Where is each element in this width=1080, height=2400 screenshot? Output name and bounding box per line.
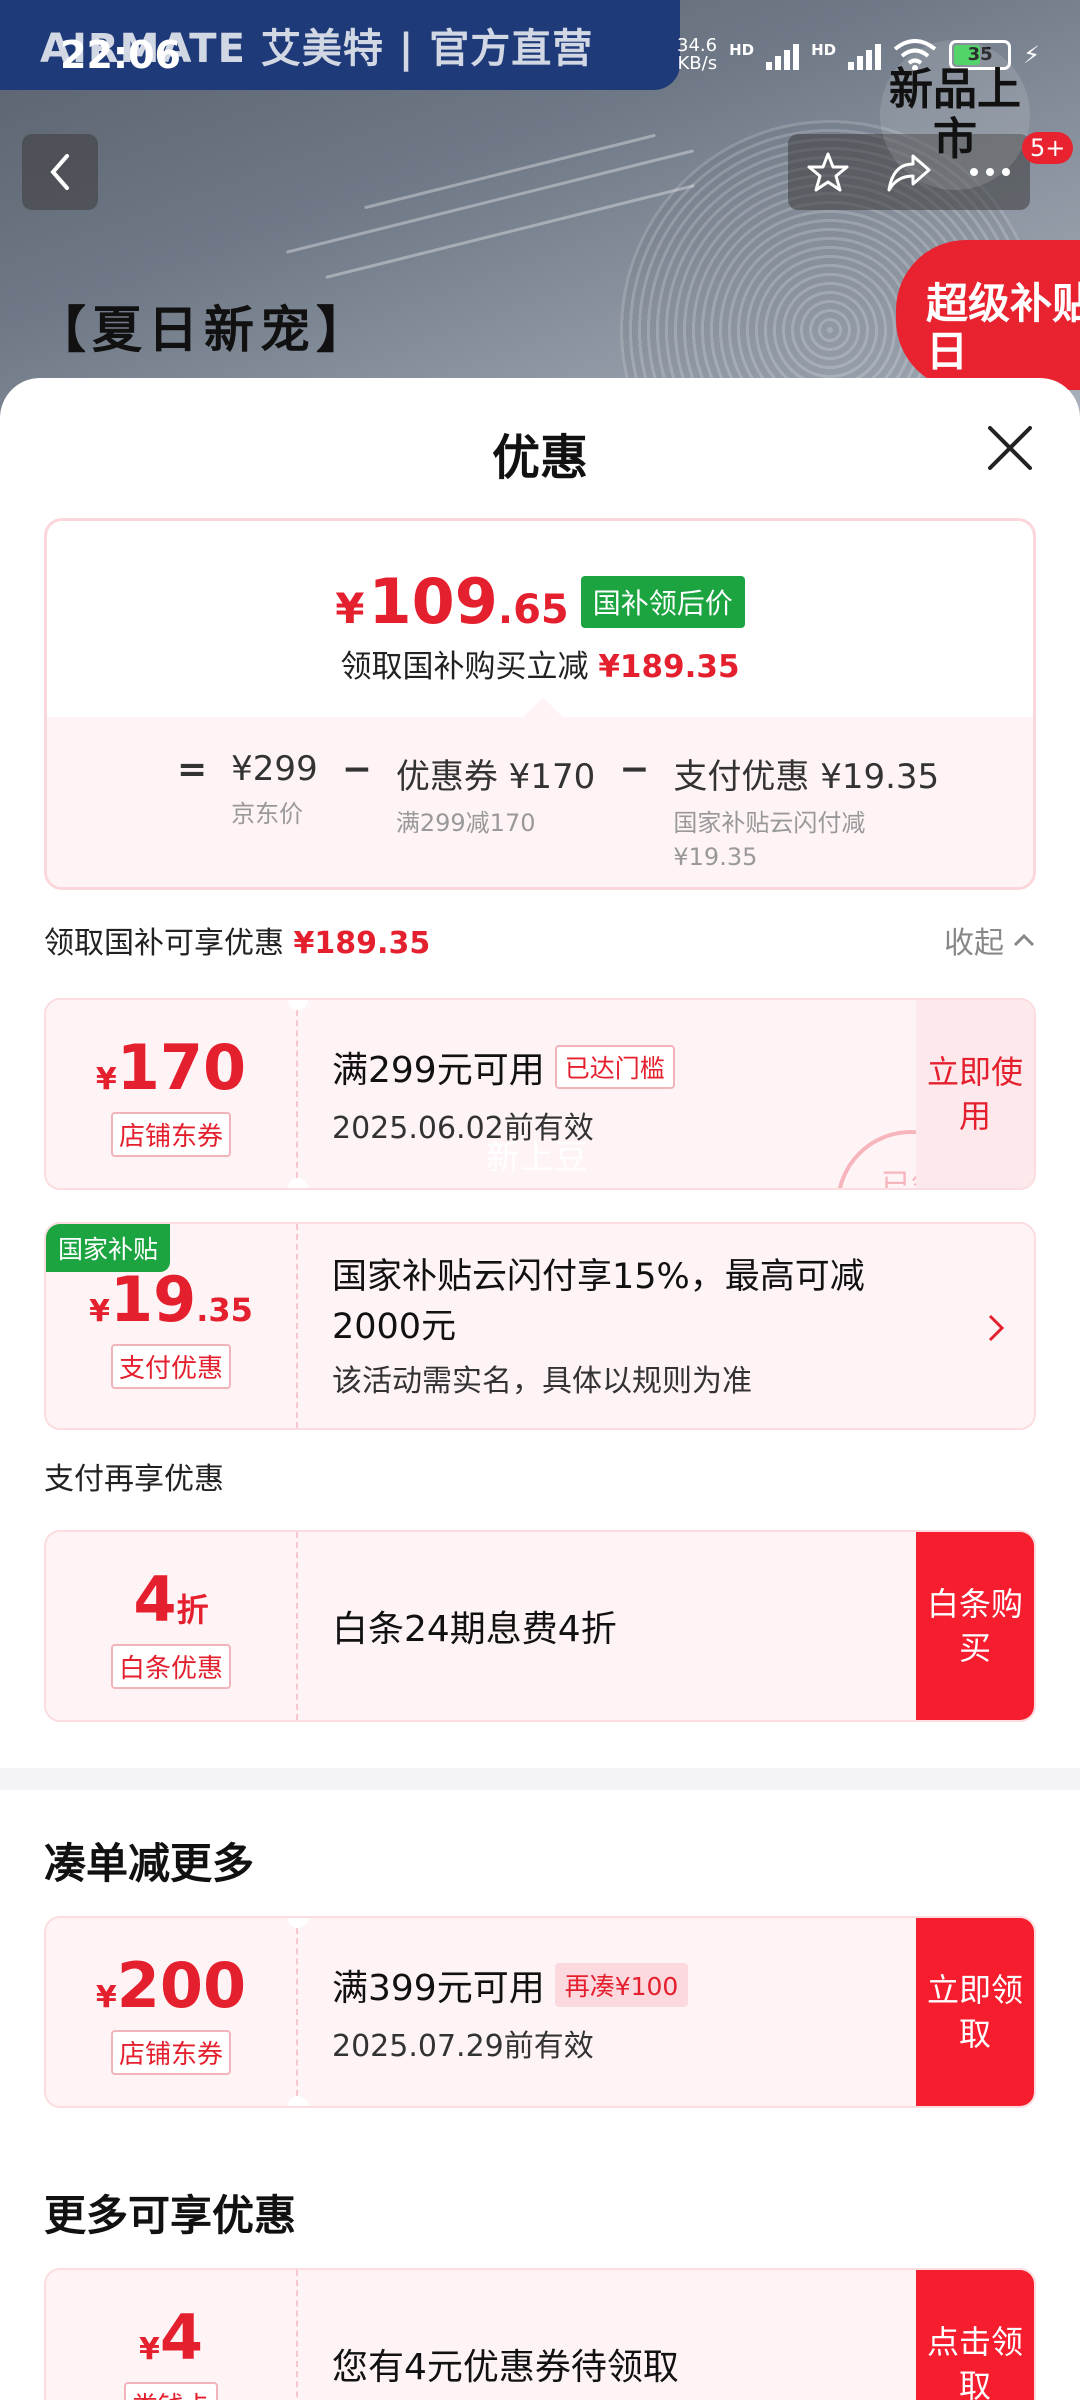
baitiao-value: 4 折 白条优惠 (46, 1532, 298, 1720)
coupon-condition: 满399元可用 (332, 1968, 545, 2009)
claim-label: 领取国补可享优惠 ¥189.35 (44, 918, 430, 962)
base-price: ¥299 (231, 749, 318, 789)
coupon-amount: 200 (116, 1949, 247, 2022)
threshold-reached-badge: 已达门槛 (554, 1045, 675, 1089)
subsidy-value: ¥ 19 .35 支付优惠 (46, 1224, 298, 1428)
currency-symbol: ¥ (95, 1980, 117, 2015)
equals-sign: = (177, 749, 208, 790)
coupon-value: ¥ 4 类钱卡 (46, 2270, 298, 2400)
pending-coupon-description: 您有4元优惠券待领取 (332, 2347, 679, 2388)
promo-title: 【夏日新宠】 (36, 301, 372, 359)
minus-sign: − (619, 749, 650, 790)
subsidy-note: 该活动需实名，具体以规则为准 (332, 1364, 752, 1399)
hd-label: HD (729, 41, 755, 59)
coupon-expiry: 2025.07.29前有效 (332, 2029, 594, 2064)
claim-now-button[interactable]: 立即领取 (916, 1918, 1034, 2106)
payment-discount-rule: 国家补贴云闪付减 ¥19.35 (673, 809, 866, 871)
back-button[interactable] (22, 134, 98, 210)
coupon-amount: 170 (116, 1031, 247, 1104)
coupon-discount: 优惠券 ¥170 (395, 757, 596, 797)
star-icon[interactable] (806, 150, 850, 194)
chevron-left-icon (50, 154, 69, 190)
payment-discount-block: 支付优惠 ¥19.35 国家补贴云闪付减 ¥19.35 (673, 749, 940, 874)
subsidy-decimal: .35 (196, 1291, 253, 1329)
sheet-title: 优惠 (491, 430, 588, 486)
discount-sheet: 优惠 ¥ 109 .65 国补领后价 领取国补购买立减 ¥189.35 = ¥2… (0, 378, 1080, 2400)
sheet-header: 优惠 (0, 378, 1080, 518)
subsidy-amount: 19 (109, 1263, 197, 1336)
close-icon[interactable] (982, 420, 1038, 476)
chevron-up-icon (1013, 933, 1035, 947)
base-price-label: 京东价 (231, 800, 304, 828)
coupon-details: 满399元可用 再凑¥100 2025.07.29前有效 (332, 1918, 689, 2106)
currency-symbol: ¥ (138, 2332, 160, 2367)
coupon-discount-rule: 满299减170 (395, 809, 536, 837)
super-subsidy-badge: 超级补贴日 (896, 240, 1080, 390)
baitiao-details: 白条24期息费4折 (332, 1532, 617, 1720)
pay-extra-section: 支付再享优惠 (44, 1454, 1036, 1498)
reduction-amount: ¥189.35 (598, 649, 740, 685)
coupon-discount-block: 优惠券 ¥170 满299减170 (396, 749, 595, 874)
minus-sign: − (341, 749, 372, 790)
final-price: ¥ 109 .65 (335, 565, 569, 638)
add-more-badge: 再凑¥100 (554, 1963, 689, 2007)
message-count-badge: 5+ (1022, 132, 1074, 164)
base-price-block: ¥299 京东价 (231, 749, 318, 874)
combine-order-title: 凑单减更多 (44, 1839, 255, 1888)
collapse-label: 收起 (944, 926, 1004, 961)
coupon-type-tag: 类钱卡 (123, 2382, 218, 2400)
discount-unit: 折 (176, 1591, 209, 1629)
currency-symbol: ¥ (95, 1062, 117, 1097)
price-summary-card: ¥ 109 .65 国补领后价 领取国补购买立减 ¥189.35 = ¥299 … (44, 518, 1036, 890)
claim-summary-row: 领取国补可享优惠 ¥189.35 收起 (44, 918, 1036, 962)
reduction-label: 领取国补购买立减 (340, 649, 589, 685)
baitiao-description: 白条24期息费4折 (332, 1609, 617, 1650)
coupon-value: ¥ 170 店铺东券 (46, 1000, 298, 1188)
baitiao-tag: 白条优惠 (110, 1644, 231, 1689)
price-breakdown: = ¥299 京东价 − 优惠券 ¥170 满299减170 − 支付优惠 ¥1… (47, 697, 1033, 887)
claim-amount: ¥189.35 (293, 926, 431, 961)
payment-subsidy-card[interactable]: 国家补贴 ¥ 19 .35 支付优惠 国家补贴云闪付享15%，最高可减2000元… (44, 1222, 1036, 1430)
payment-discount-tag: 支付优惠 (110, 1344, 231, 1389)
discount-amount: 4 (133, 1563, 177, 1636)
click-claim-button[interactable]: 点击领取 (916, 2270, 1034, 2400)
coupon-details: 您有4元优惠券待领取 (332, 2270, 679, 2400)
currency-symbol: ¥ (89, 1294, 110, 1329)
coupon-condition: 满299元可用 (332, 1050, 545, 1091)
baitiao-buy-button[interactable]: 白条购买 (916, 1532, 1034, 1720)
price-symbol: ¥ (335, 584, 365, 633)
status-time: 22:06 (60, 33, 181, 77)
chevron-right-icon (988, 1314, 1005, 1342)
section-divider (0, 1768, 1080, 1790)
net-speed: 34.6 KB/s (677, 37, 717, 73)
watermark-text: 新上豆 (486, 1138, 588, 1178)
claim-text: 领取国补可享优惠 (44, 926, 284, 961)
subsidy-price-tag: 国补领后价 (580, 575, 745, 628)
signal-icon (848, 40, 882, 70)
coupon-value: ¥ 200 店铺东券 (46, 1918, 298, 2106)
final-price-line: ¥ 109 .65 国补领后价 (47, 565, 1033, 638)
pay-extra-label: 支付再享优惠 (44, 1462, 224, 1497)
subsidy-details: 国家补贴云闪付享15%，最高可减2000元 该活动需实名，具体以规则为准 (332, 1224, 932, 1428)
store-coupon-card: ¥ 200 店铺东券 满399元可用 再凑¥100 2025.07.29前有效 … (44, 1916, 1036, 2108)
hd-label: HD (811, 41, 837, 59)
subsidy-description: 国家补贴云闪付享15%，最高可减2000元 (332, 1257, 865, 1347)
price-integer: 109 (368, 565, 498, 638)
net-speed-unit: KB/s (677, 53, 718, 74)
new-arrival-badge: 新品上市 (880, 40, 1030, 190)
price-reduction-text: 领取国补购买立减 ¥189.35 (47, 641, 1033, 686)
price-decimal: .65 (497, 587, 569, 633)
coupon-type-tag: 店铺东券 (110, 1112, 231, 1157)
coupon-amount: 4 (159, 2301, 203, 2374)
coupon-type-tag: 店铺东券 (110, 2030, 231, 2075)
baitiao-discount-card: 4 折 白条优惠 白条24期息费4折 白条购买 (44, 1530, 1036, 1722)
pending-coupon-card: ¥ 4 类钱卡 您有4元优惠券待领取 点击领取 (44, 2268, 1036, 2400)
use-now-button[interactable]: 立即使用 (916, 1000, 1034, 1188)
collapse-button[interactable]: 收起 (944, 918, 1036, 962)
payment-discount: 支付优惠 ¥19.35 (673, 757, 940, 797)
more-discounts-title: 更多可享优惠 (44, 2191, 297, 2240)
store-coupon-card: ¥ 170 店铺东券 满299元可用 已达门槛 2025.06.02前有效 新上… (44, 998, 1036, 1190)
signal-icon (766, 40, 800, 70)
